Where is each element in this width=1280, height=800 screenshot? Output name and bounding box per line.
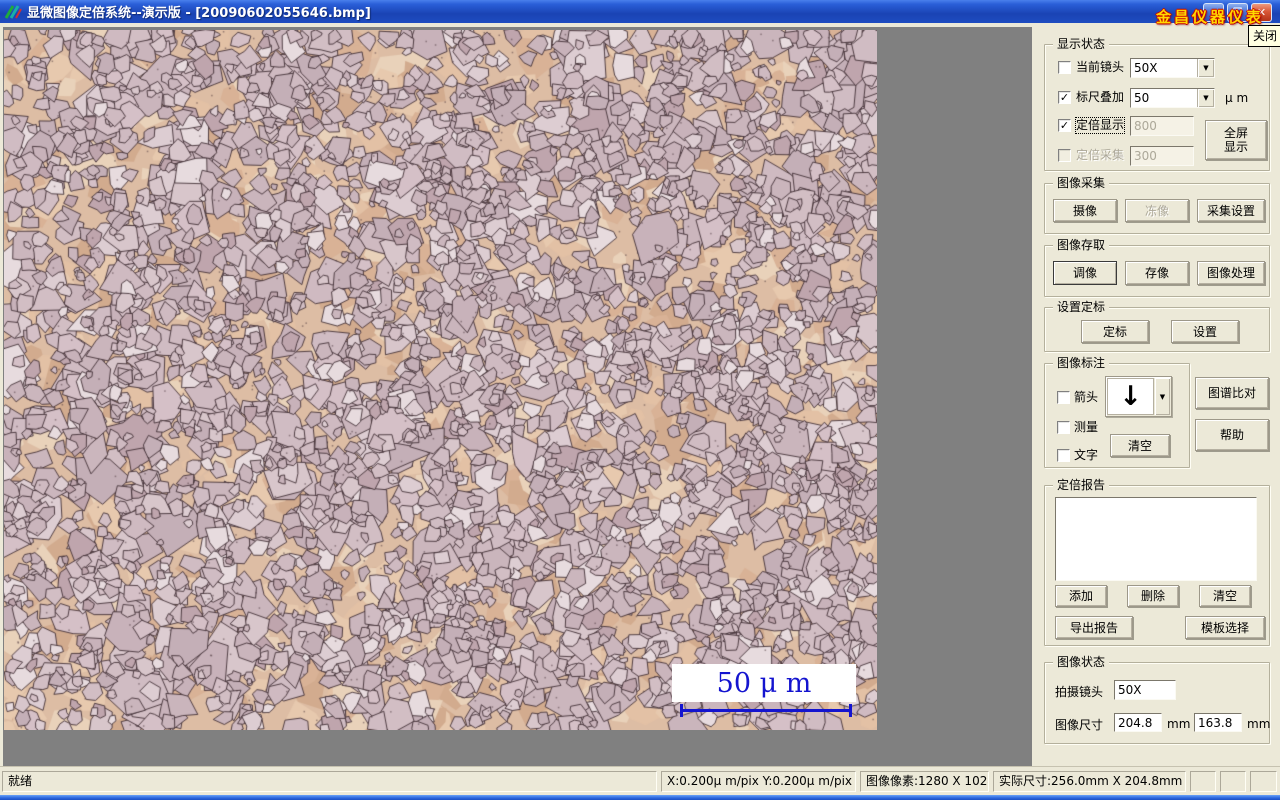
status-actual-size: 实际尺寸:256.0mm X 204.8mm [993, 771, 1186, 792]
group-report: 定倍报告 添加 删除 清空 导出报告 模板选择 [1044, 478, 1270, 646]
fixed-capture-checkbox [1058, 149, 1071, 162]
group-annotation: 图像标注 箭头 测量 文字 ↓ ▼ 清空 [1044, 356, 1190, 468]
help-button[interactable]: 帮助 [1195, 419, 1269, 451]
microscope-image[interactable] [4, 30, 877, 730]
lens-label: 拍摄镜头 [1055, 685, 1104, 699]
group-display-status: 显示状态 当前镜头 50X ▼ ✓ 标尺叠加 50 ▼ μ m ✓ 定倍显示 8… [1044, 37, 1270, 171]
calibrate-button[interactable]: 定标 [1081, 320, 1149, 343]
scale-bar-tick-right [849, 704, 852, 717]
scale-bar-label-box: 50 μ m [672, 664, 856, 702]
chevron-down-icon[interactable]: ▼ [1197, 89, 1214, 107]
freeze-button: 冻像 [1125, 199, 1189, 222]
scale-bar-line [680, 704, 852, 717]
report-listbox[interactable] [1055, 497, 1257, 581]
scale-bar-tick-left [680, 704, 683, 717]
taskbar-edge [0, 795, 1280, 800]
scale-unit-label: μ m [1225, 91, 1249, 105]
fixed-display-field: 800 [1130, 116, 1194, 136]
load-image-button[interactable]: 调像 [1053, 261, 1117, 285]
scale-overlay-combo[interactable]: 50 ▼ [1130, 88, 1215, 108]
arrow-style-icon: ↓ [1107, 378, 1154, 415]
image-processing-button[interactable]: 图像处理 [1197, 261, 1265, 285]
report-clear-button[interactable]: 清空 [1199, 585, 1251, 607]
status-empty-2 [1220, 771, 1246, 792]
scale-overlay-checkbox[interactable]: ✓ [1058, 91, 1071, 104]
fullscreen-button-line1: 全屏 [1223, 126, 1248, 140]
chevron-down-icon[interactable]: ▼ [1197, 59, 1214, 77]
window-controls: _ ❐ ✕ [1203, 3, 1272, 22]
restore-button[interactable]: ❐ [1227, 3, 1248, 22]
export-report-button[interactable]: 导出报告 [1055, 616, 1133, 639]
group-display-status-title: 显示状态 [1053, 37, 1110, 51]
report-add-button[interactable]: 添加 [1055, 585, 1107, 607]
height-unit-label: mm [1247, 717, 1271, 731]
title-bar: 显微图像定倍系统--演示版 - [20090602055646.bmp] _ ❐… [0, 0, 1280, 23]
report-delete-button[interactable]: 删除 [1127, 585, 1179, 607]
app-icon [4, 4, 22, 19]
lens-field[interactable]: 50X [1114, 680, 1176, 700]
application-window: { "window": { "title": "显微图像定倍系统--演示版 - … [0, 0, 1280, 800]
fixed-display-checkbox[interactable]: ✓ [1058, 119, 1071, 132]
template-select-button[interactable]: 模板选择 [1185, 616, 1265, 639]
fixed-capture-label: 定倍采集 [1076, 148, 1125, 162]
mdi-client-area: 50 μ m [3, 27, 1032, 766]
status-image-pixels: 图像像素:1280 X 1024 [860, 771, 989, 792]
group-capture: 图像采集 摄像 冻像 采集设置 [1044, 176, 1270, 234]
atlas-compare-button[interactable]: 图谱比对 [1195, 377, 1269, 409]
current-lens-value: 50X [1134, 61, 1158, 75]
status-empty-1 [1190, 771, 1216, 792]
status-ready: 就绪 [2, 771, 657, 792]
group-calibration: 设置定标 定标 设置 [1044, 300, 1270, 352]
close-tooltip: 关闭 [1248, 25, 1280, 47]
image-width-field[interactable]: 204.8 [1114, 713, 1162, 732]
check-icon: ✓ [1059, 91, 1070, 104]
capture-settings-button[interactable]: 采集设置 [1197, 199, 1265, 222]
arrow-label: 箭头 [1074, 390, 1099, 404]
scale-bar-label: 50 μ m [716, 667, 812, 699]
fixed-capture-field: 300 [1130, 146, 1194, 166]
status-empty-3 [1250, 771, 1277, 792]
group-report-title: 定倍报告 [1053, 478, 1110, 492]
current-lens-label: 当前镜头 [1076, 60, 1125, 74]
scale-overlay-label: 标尺叠加 [1076, 90, 1125, 104]
group-storage: 图像存取 调像 存像 图像处理 [1044, 238, 1270, 297]
group-image-status-title: 图像状态 [1053, 655, 1110, 669]
current-lens-combo[interactable]: 50X ▼ [1130, 58, 1215, 78]
measure-checkbox[interactable] [1057, 421, 1070, 434]
arrow-style-combo[interactable]: ↓ ▼ [1105, 376, 1172, 417]
save-image-button[interactable]: 存像 [1125, 261, 1189, 285]
group-annotation-title: 图像标注 [1053, 356, 1110, 370]
annotation-clear-button[interactable]: 清空 [1110, 434, 1170, 457]
group-storage-title: 图像存取 [1053, 238, 1110, 252]
chevron-down-icon[interactable]: ▼ [1155, 378, 1170, 415]
microscope-image-viewer[interactable]: 50 μ m [4, 30, 877, 730]
capture-button[interactable]: 摄像 [1053, 199, 1117, 222]
fullscreen-button[interactable]: 全屏 显示 [1205, 120, 1267, 160]
measure-label: 测量 [1074, 420, 1099, 434]
check-icon: ✓ [1059, 119, 1070, 132]
fixed-display-label: 定倍显示 [1074, 117, 1126, 134]
status-pixel-scale: X:0.200μ m/pix Y:0.200μ m/pix [661, 771, 856, 792]
settings-button[interactable]: 设置 [1171, 320, 1239, 343]
window-title: 显微图像定倍系统--演示版 - [20090602055646.bmp] [27, 6, 371, 21]
text-label: 文字 [1074, 448, 1099, 462]
minimize-button[interactable]: _ [1203, 3, 1224, 22]
size-label: 图像尺寸 [1055, 718, 1104, 732]
text-checkbox[interactable] [1057, 449, 1070, 462]
control-panel: 显示状态 当前镜头 50X ▼ ✓ 标尺叠加 50 ▼ μ m ✓ 定倍显示 8… [1032, 27, 1277, 766]
scale-overlay-value: 50 [1134, 91, 1150, 105]
current-lens-checkbox[interactable] [1058, 61, 1071, 74]
width-unit-label: mm [1167, 717, 1191, 731]
group-calibration-title: 设置定标 [1053, 300, 1110, 314]
close-button[interactable]: ✕ [1251, 3, 1272, 22]
status-bar: 就绪 X:0.200μ m/pix Y:0.200μ m/pix 图像像素:12… [0, 766, 1280, 795]
arrow-checkbox[interactable] [1057, 391, 1070, 404]
image-height-field[interactable]: 163.8 [1194, 713, 1242, 732]
group-capture-title: 图像采集 [1053, 176, 1110, 190]
fullscreen-button-line2: 显示 [1223, 140, 1248, 154]
group-image-status: 图像状态 拍摄镜头 50X 图像尺寸 204.8 mm 163.8 mm [1044, 655, 1271, 744]
